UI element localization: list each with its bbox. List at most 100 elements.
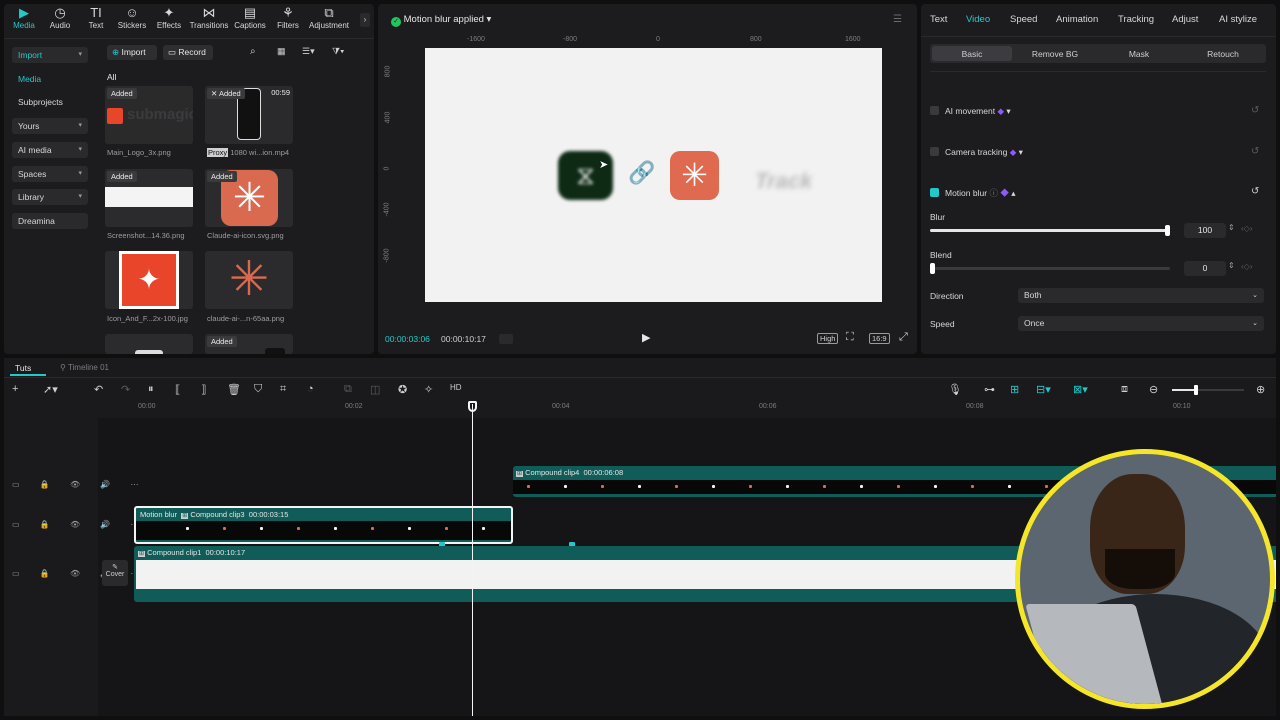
playhead[interactable] <box>472 404 473 716</box>
magic-icon[interactable]: ✧ <box>424 383 433 396</box>
undo-icon[interactable]: ↶ <box>94 383 103 396</box>
sidebar-item-media[interactable]: Media <box>12 71 88 87</box>
add-icon[interactable]: + <box>12 383 18 395</box>
redo-icon[interactable]: ↷ <box>121 383 130 396</box>
tab-ai-stylize[interactable]: AI stylize <box>1219 14 1257 25</box>
toolbar-effects[interactable]: ✦ Effects <box>149 6 189 31</box>
keyframe-icon[interactable]: ‹◇› <box>1241 224 1252 233</box>
preview-axis-icon[interactable]: ⊠▾ <box>1073 383 1088 396</box>
filter-icon[interactable]: ⧩▾ <box>332 46 344 57</box>
sort-icon[interactable]: ☰▾ <box>302 46 315 57</box>
reset-icon[interactable]: ↺ <box>1251 186 1259 197</box>
toolbar-more-icon[interactable]: › <box>360 13 370 27</box>
tab-timeline[interactable]: ⚲ Timeline 01 <box>60 363 109 372</box>
toolbar-media[interactable]: ▶ Media <box>4 6 44 31</box>
toolbar-captions[interactable]: ▤ Captions <box>230 6 270 31</box>
media-item[interactable]: Added <box>105 169 193 227</box>
freeze-icon[interactable]: ⧉ <box>344 383 352 396</box>
sidebar-item-subprojects[interactable]: Subprojects <box>12 94 88 110</box>
reset-icon[interactable]: ↺ <box>1251 146 1259 157</box>
trim-right-icon[interactable]: ⟧ <box>201 383 206 396</box>
speed-curve-icon[interactable]: ◔ <box>307 383 314 395</box>
subtab-remove-bg[interactable]: Remove BG <box>1015 46 1095 62</box>
magnet-icon[interactable]: ⊞ <box>1010 383 1019 396</box>
screen-icon[interactable]: ⧈ <box>1121 383 1128 396</box>
tab-speed[interactable]: Speed <box>1010 14 1037 25</box>
sidebar-item-dreamina[interactable]: Dreamina <box>12 213 88 229</box>
ai-movement-checkbox[interactable] <box>930 106 939 115</box>
tab-animation[interactable]: Animation <box>1056 14 1098 25</box>
media-item[interactable]: ✦ <box>105 251 193 309</box>
select-tool-icon[interactable]: ➚▾ <box>43 383 58 396</box>
compound-clip3[interactable]: Motion blur ⊞ Compound clip3 00:00:03:15 <box>134 506 513 544</box>
media-item[interactable]: ✳ <box>205 251 293 309</box>
blur-slider-handle[interactable] <box>1165 225 1170 236</box>
record-button[interactable]: ▭ Record <box>163 45 213 60</box>
media-item[interactable]: submagic Added <box>105 86 193 144</box>
media-item[interactable] <box>105 334 193 354</box>
subtab-basic[interactable]: Basic <box>932 46 1012 62</box>
track-controls[interactable]: ▭ 🔒 👁 🔊 ⋯ <box>12 520 148 529</box>
ai-movement-row[interactable]: AI movement ◆ ▾ <box>930 106 1011 117</box>
microphone-icon[interactable]: 🎙 <box>948 383 962 396</box>
tab-video[interactable]: Video <box>966 14 990 25</box>
link-clips-icon[interactable]: ⊶ <box>984 383 995 396</box>
toolbar-audio[interactable]: ◷ Audio <box>40 6 80 31</box>
tab-tracking[interactable]: Tracking <box>1118 14 1154 25</box>
tab-project[interactable]: Tuts <box>10 360 46 376</box>
snap-icon[interactable]: ⊟▾ <box>1036 383 1051 396</box>
zoom-slider[interactable] <box>1172 385 1244 395</box>
stepper-icon[interactable]: ⇕ <box>1228 261 1235 270</box>
grid-view-icon[interactable]: ▦ <box>277 46 286 57</box>
camera-tracking-row[interactable]: Camera tracking ◆ ▾ <box>930 147 1023 158</box>
sidebar-item-import[interactable]: Import ▾ <box>12 47 88 63</box>
mirror-icon[interactable]: ◫ <box>370 383 380 396</box>
hd-icon[interactable]: HD <box>450 383 462 392</box>
zoom-in-icon[interactable]: ⊕ <box>1256 383 1265 396</box>
fullscreen-icon[interactable]: ⤢ <box>899 331 908 344</box>
reset-icon[interactable]: ↺ <box>1251 105 1259 116</box>
playhead-handle[interactable] <box>468 401 477 412</box>
sidebar-item-ai-media[interactable]: AI media ▾ <box>12 142 88 158</box>
sidebar-item-library[interactable]: Library ▾ <box>12 189 88 205</box>
blur-slider[interactable] <box>930 225 1170 236</box>
speed-select[interactable]: Once ⌄ <box>1018 316 1264 331</box>
sidebar-item-yours[interactable]: Yours ▾ <box>12 118 88 134</box>
subtab-retouch[interactable]: Retouch <box>1183 46 1263 62</box>
media-item[interactable]: ✕ Added 00:59 <box>205 86 293 144</box>
media-item[interactable]: Added <box>205 334 293 354</box>
subtab-mask[interactable]: Mask <box>1099 46 1179 62</box>
toolbar-text[interactable]: TI Text <box>76 6 116 31</box>
import-button[interactable]: ⊕ Import <box>107 45 157 60</box>
cutout-icon[interactable]: ✪ <box>398 383 407 396</box>
toolbar-transitions[interactable]: ⋈ Transitions <box>189 6 229 31</box>
tab-adjust[interactable]: Adjust <box>1172 14 1198 25</box>
stepper-icon[interactable]: ⇕ <box>1228 223 1235 232</box>
motion-blur-checkbox[interactable] <box>930 188 939 197</box>
tab-text[interactable]: Text <box>930 14 947 25</box>
toolbar-stickers[interactable]: ☺ Stickers <box>112 6 152 31</box>
search-icon[interactable]: ⌕ <box>250 46 256 57</box>
motion-blur-row[interactable]: Motion blur ⓘ ◆ ▴ <box>930 187 1015 199</box>
fit-screen-icon[interactable]: ⛶ <box>846 331 854 344</box>
trim-left-icon[interactable]: ⟦ <box>175 383 180 396</box>
camera-tracking-checkbox[interactable] <box>930 147 939 156</box>
toolbar-adjustment[interactable]: ⧉ Adjustment <box>309 6 349 31</box>
delete-icon[interactable]: 🗑 <box>227 383 241 396</box>
blend-slider[interactable] <box>930 263 1170 274</box>
crop-icon[interactable]: ⌗ <box>280 383 286 396</box>
time-ruler[interactable]: 00:00 00:02 00:04 00:06 00:08 00:10 <box>134 400 1276 414</box>
menu-icon[interactable]: ☰ <box>893 14 902 25</box>
marker-icon[interactable]: ⛉ <box>254 383 262 396</box>
blur-value-input[interactable]: 100 <box>1184 223 1226 238</box>
media-item[interactable]: ✳ Added <box>205 169 293 227</box>
zoom-out-icon[interactable]: ⊖ <box>1149 383 1158 396</box>
blend-value-input[interactable]: 0 <box>1184 261 1226 276</box>
play-button[interactable]: ▶ <box>642 331 650 344</box>
sidebar-item-spaces[interactable]: Spaces ▾ <box>12 166 88 182</box>
track-controls[interactable]: ▭ 🔒 👁 🔊 ⋯ <box>12 480 148 489</box>
zoom-slider-handle[interactable] <box>1194 385 1198 395</box>
keyframe-icon[interactable]: ‹◇› <box>1241 262 1252 271</box>
cover-button[interactable]: ✎ Cover <box>102 560 128 586</box>
blend-slider-handle[interactable] <box>930 263 935 274</box>
